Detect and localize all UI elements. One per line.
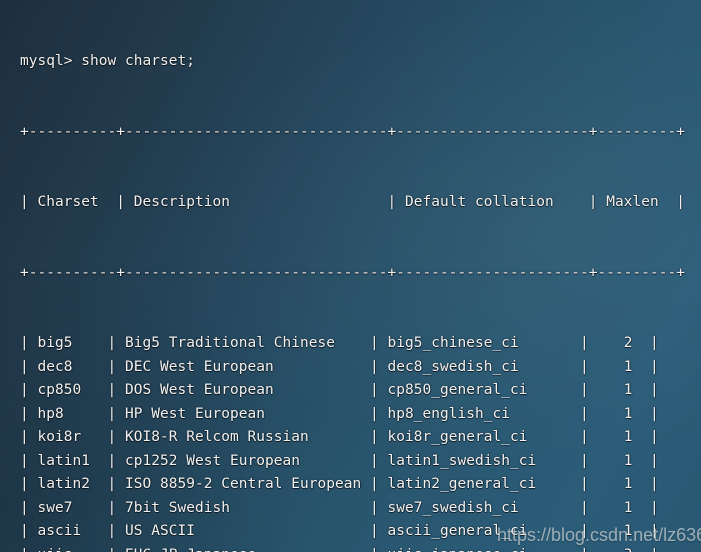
table-row: | cp850 | DOS West European | cp850_gene… <box>20 382 659 398</box>
table-header-border: +----------+----------------------------… <box>20 264 685 281</box>
table-row: | ujis | EUC-JP Japanese | ujis_japanese… <box>20 544 701 552</box>
terminal-window: mysql> show charset; +----------+-------… <box>0 0 701 552</box>
terminal-screen[interactable]: mysql> show charset; +----------+-------… <box>0 0 701 552</box>
table-header-row: | Charset | Description | Default collat… <box>20 194 685 210</box>
table-top-border: +----------+----------------------------… <box>20 123 685 140</box>
table-row: | latin1 | cp1252 West European | latin1… <box>20 452 659 469</box>
table-row: | ascii | US ASCII | ascii_general_ci | … <box>20 523 659 539</box>
prompt-line: mysql> show charset; <box>20 53 195 69</box>
table-row: | koi8r | KOI8-R Relcom Russian | koi8r_… <box>20 429 659 445</box>
table-row: | dec8 | DEC West European | dec8_swedis… <box>20 358 659 375</box>
table-body: | big5 | Big5 Traditional Chinese | big5… <box>20 332 701 552</box>
table-row: | big5 | Big5 Traditional Chinese | big5… <box>20 335 659 351</box>
table-row: | latin2 | ISO 8859-2 Central European |… <box>20 476 659 492</box>
table-row: | swe7 | 7bit Swedish | swe7_swedish_ci … <box>20 499 659 516</box>
table-row: | hp8 | HP West European | hp8_english_c… <box>20 405 659 422</box>
